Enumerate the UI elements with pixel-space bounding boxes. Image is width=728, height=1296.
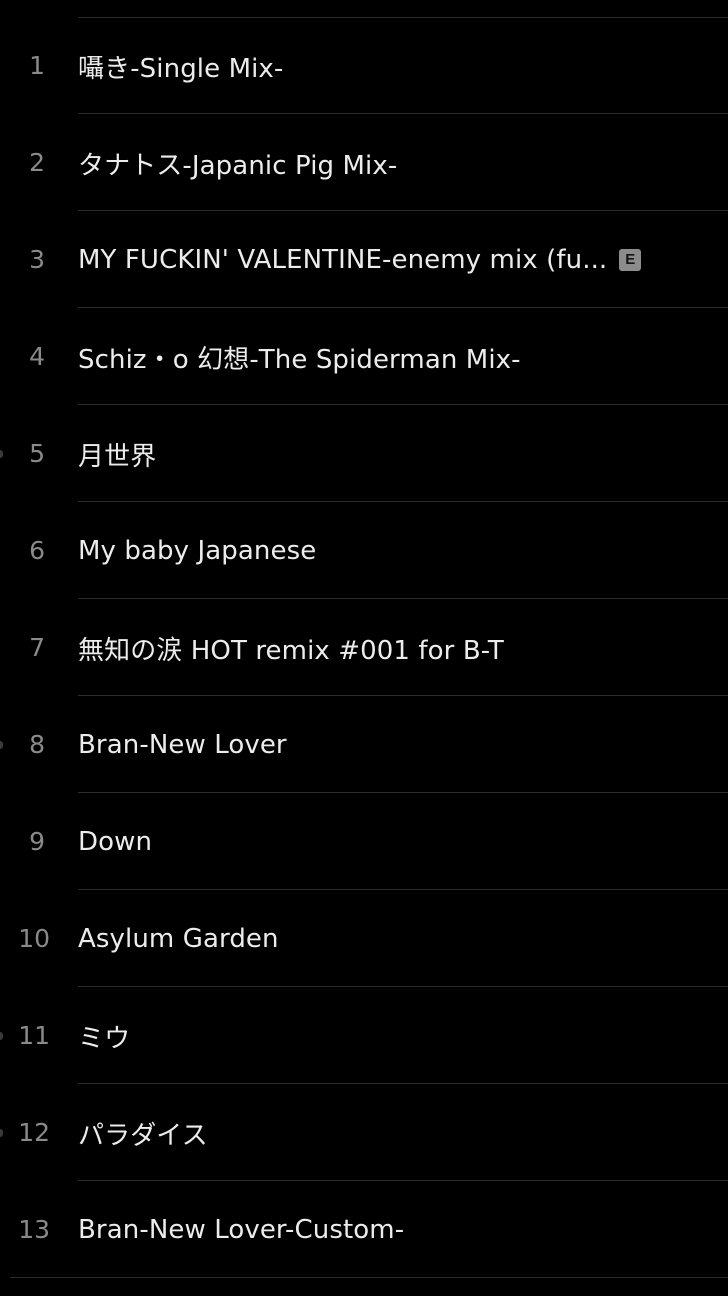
track-row[interactable]: 9 Down xyxy=(0,794,728,890)
track-title: Down xyxy=(78,827,153,857)
track-list: 1 囁き-Single Mix- 2 タナトス-Japanic Pig Mix-… xyxy=(0,0,728,1296)
explicit-badge-icon: E xyxy=(619,249,642,271)
track-title: Schiz・o 幻想-The Spiderman Mix- xyxy=(78,344,521,375)
track-row[interactable]: 11 ミウ xyxy=(0,988,728,1084)
track-title: タナトス-Japanic Pig Mix- xyxy=(78,150,398,181)
track-number: 7 xyxy=(29,633,45,662)
track-number: 4 xyxy=(29,342,45,371)
track-number: 13 xyxy=(18,1215,50,1244)
track-row[interactable]: 5 月世界 xyxy=(0,406,728,502)
track-title: パラダイス xyxy=(78,1120,208,1151)
track-title: Bran-New Lover-Custom- xyxy=(78,1215,405,1245)
track-number: 10 xyxy=(18,924,50,953)
track-row[interactable]: 3 MY FUCKIN' VALENTINE-enemy mix (fu... … xyxy=(0,212,728,308)
track-number: 5 xyxy=(29,439,45,468)
track-row[interactable]: 13 Bran-New Lover-Custom- xyxy=(0,1182,728,1278)
track-number: 3 xyxy=(29,245,45,274)
track-row[interactable]: 1 囁き-Single Mix- xyxy=(0,18,728,114)
track-title: 月世界 xyxy=(78,441,157,472)
track-title: 無知の涙 HOT remix #001 for B-T xyxy=(78,635,504,666)
track-number: 1 xyxy=(29,51,45,80)
track-row[interactable]: 4 Schiz・o 幻想-The Spiderman Mix- xyxy=(0,309,728,405)
track-number: 8 xyxy=(29,730,45,759)
track-row[interactable]: 10 Asylum Garden xyxy=(0,891,728,987)
track-title: Asylum Garden xyxy=(78,924,279,954)
track-number: 9 xyxy=(29,827,45,856)
track-title: ミウ xyxy=(78,1023,131,1054)
track-number: 6 xyxy=(29,536,45,565)
track-row[interactable]: 12 パラダイス xyxy=(0,1085,728,1181)
track-row[interactable]: 7 無知の涙 HOT remix #001 for B-T xyxy=(0,600,728,696)
track-row[interactable]: 6 My baby Japanese xyxy=(0,503,728,599)
track-number: 2 xyxy=(29,148,45,177)
track-number: 12 xyxy=(18,1118,50,1147)
track-title: MY FUCKIN' VALENTINE-enemy mix (fu... xyxy=(78,245,608,275)
track-title: 囁き-Single Mix- xyxy=(78,53,284,84)
track-number: 11 xyxy=(18,1021,50,1050)
track-row[interactable]: 8 Bran-New Lover xyxy=(0,697,728,793)
track-row[interactable]: 2 タナトス-Japanic Pig Mix- xyxy=(0,115,728,211)
track-title: My baby Japanese xyxy=(78,536,317,566)
track-title: Bran-New Lover xyxy=(78,730,287,760)
